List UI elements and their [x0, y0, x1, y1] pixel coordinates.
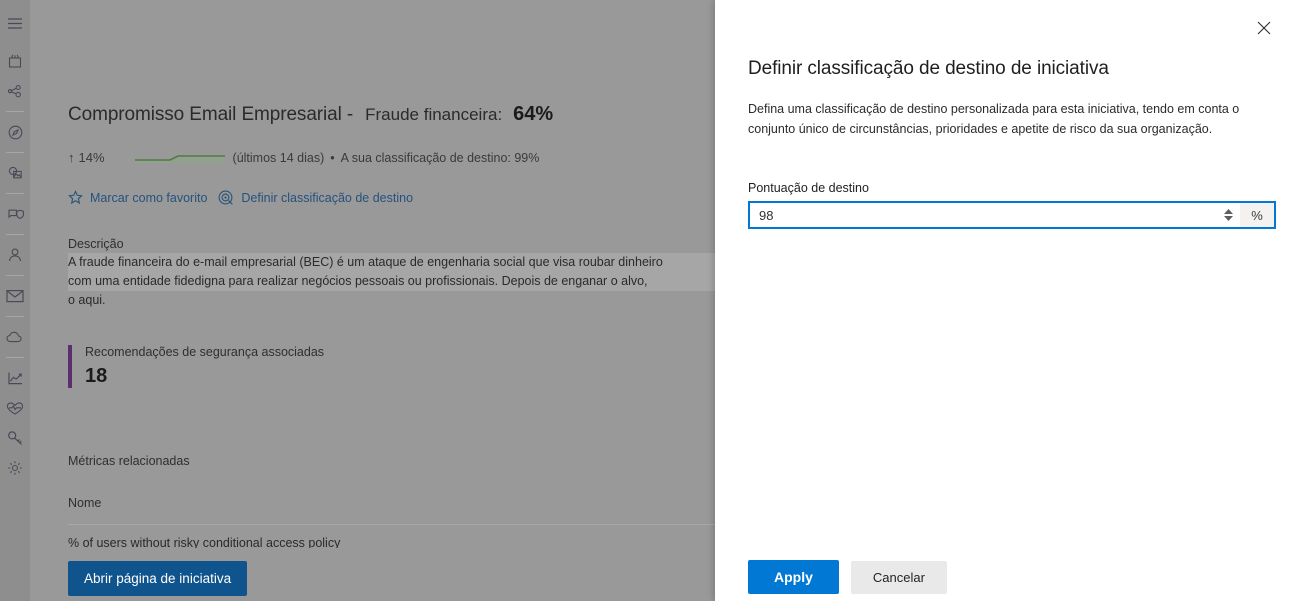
percent-suffix: %: [1239, 203, 1274, 227]
panel-description-line-2: de circunstâncias, prioridades e apetite…: [832, 122, 1213, 136]
mail-icon[interactable]: [0, 281, 30, 311]
close-icon: [1257, 21, 1271, 35]
person-icon[interactable]: [0, 240, 30, 270]
page-title: Compromisso Email Empresarial - Fraude f…: [68, 103, 553, 126]
metrics-column-header-name: Nome: [68, 496, 102, 510]
associated-recommendations-label: Recomendações de segurança associadas: [85, 345, 325, 359]
trend-period: (últimos 14 dias): [232, 150, 325, 165]
app-root: Compromisso Email Empresarial - Fraude f…: [0, 0, 1290, 601]
initiative-score: 64%: [513, 103, 554, 125]
description-line-1: A fraude financeira do e-mail empresaria…: [68, 253, 715, 272]
target-score-spinner[interactable]: %: [748, 201, 1276, 229]
close-panel-button[interactable]: [1248, 12, 1280, 44]
target-score-input[interactable]: [750, 203, 1217, 227]
description-line-3: o aqui.: [68, 293, 106, 307]
heartbeat-icon[interactable]: [0, 393, 30, 423]
associated-recommendations-count: 18: [85, 365, 108, 387]
open-initiative-page-button[interactable]: Abrir página de iniciativa: [68, 561, 248, 596]
compass-icon[interactable]: [0, 117, 30, 147]
apply-button[interactable]: Apply: [748, 560, 839, 594]
mark-as-favorite-label: Marcar como favorito: [90, 190, 208, 205]
mark-as-favorite-button[interactable]: Marcar como favorito: [68, 190, 207, 205]
description-label: Descrição: [68, 237, 124, 251]
left-navigation-rail: [0, 0, 30, 601]
panel-description: Defina uma classificação de destino pers…: [748, 99, 1278, 139]
key-icon[interactable]: [0, 423, 30, 453]
initiative-detail-pane: Compromisso Email Empresarial - Fraude f…: [30, 0, 715, 601]
trend-percentage: 14%: [78, 150, 105, 165]
initiative-category: Fraude financeira:: [365, 105, 503, 124]
set-target-score-button[interactable]: Definir classificação de destino: [217, 189, 413, 206]
nav-divider: [6, 193, 24, 194]
initiative-action-links: Marcar como favorito Definir classificaç…: [68, 189, 413, 206]
description-line-2: com uma entidade fidedigna para realizar…: [68, 272, 715, 291]
chevron-down-icon[interactable]: [1223, 216, 1233, 221]
panel-footer: Apply Cancelar: [748, 560, 947, 594]
panel-title: Definir classificação de destino de inic…: [748, 58, 1109, 79]
initiative-name: Compromisso Email Empresarial -: [68, 104, 354, 125]
trend-summary: ↑ 14% (últimos 14 dias) • A sua classifi…: [68, 150, 539, 165]
star-icon: [68, 190, 83, 205]
set-target-score-label: Definir classificação de destino: [241, 190, 414, 205]
description-text: A fraude financeira do e-mail empresaria…: [68, 253, 715, 310]
table-row[interactable]: % of users without risky conditional acc…: [68, 536, 715, 548]
hamburger-menu-icon[interactable]: [0, 8, 30, 38]
sparkline-chart: [134, 154, 225, 163]
target-icon: [218, 190, 234, 205]
trend-up-arrow-icon: ↑: [68, 150, 75, 165]
dimmed-background-app: Compromisso Email Empresarial - Fraude f…: [0, 0, 715, 601]
associated-recommendations-card: Recomendações de segurança associadas 18: [68, 345, 324, 388]
chevron-up-icon[interactable]: [1223, 209, 1233, 214]
set-target-score-panel: Definir classificação de destino de inic…: [715, 0, 1290, 601]
chart-line-icon[interactable]: [0, 363, 30, 393]
nav-divider: [6, 152, 24, 153]
spinner-arrows[interactable]: [1217, 203, 1239, 227]
home-icon[interactable]: [0, 46, 30, 76]
cloud-icon[interactable]: [0, 322, 30, 352]
share-nodes-icon[interactable]: [0, 76, 30, 106]
shield-device-icon[interactable]: [0, 199, 30, 229]
metric-name-cell: % of users without risky conditional acc…: [68, 536, 341, 548]
target-score-field-label: Pontuação de destino: [748, 181, 869, 195]
metrics-table-divider: [68, 524, 715, 525]
nav-divider: [6, 234, 24, 235]
nav-divider: [6, 111, 24, 112]
nav-divider: [6, 316, 24, 317]
nav-divider: [6, 357, 24, 358]
gear-icon[interactable]: [0, 453, 30, 483]
related-metrics-label: Métricas relacionadas: [68, 454, 190, 468]
cancel-button[interactable]: Cancelar: [850, 560, 947, 594]
image-shapes-icon[interactable]: [0, 158, 30, 188]
target-score-text: A sua classificação de destino: 99%: [340, 150, 540, 165]
separator-dot: •: [330, 150, 335, 165]
nav-divider: [6, 275, 24, 276]
